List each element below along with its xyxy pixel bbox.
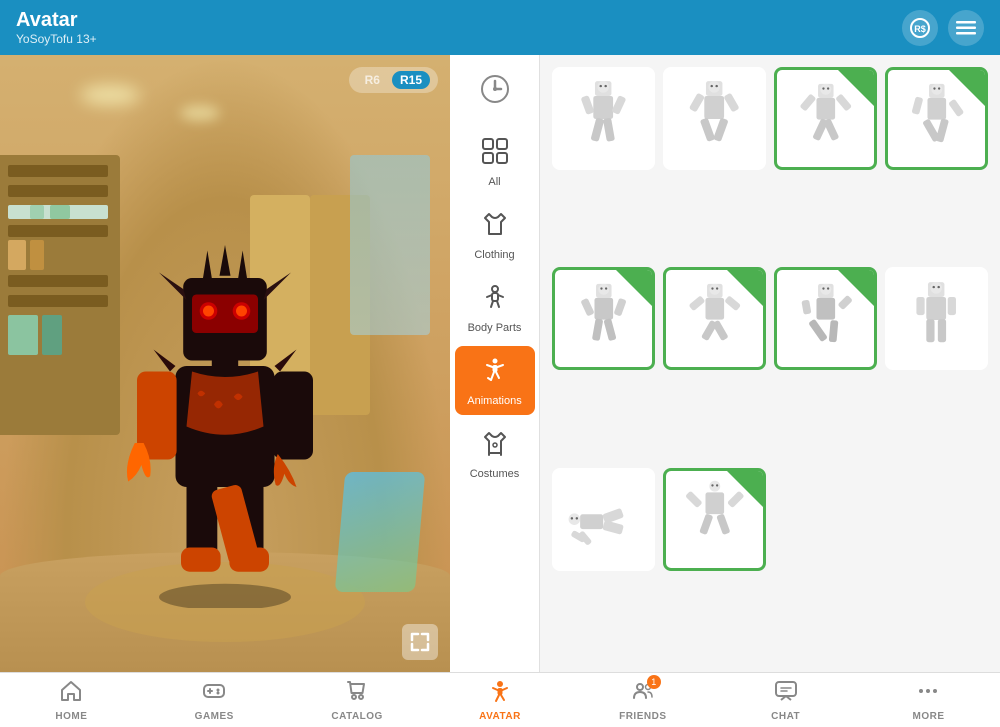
chat-icon (774, 679, 798, 709)
friends-label: FRIENDS (619, 711, 666, 722)
app-header: Avatar YoSoyTofu 13+ R$ (0, 0, 1000, 55)
sidebar-costumes-label: Costumes (470, 468, 520, 480)
animation-item-10[interactable] (663, 468, 766, 571)
animation-item-5[interactable] (552, 267, 655, 370)
bottom-navigation: HOME GAMES CATALOG (0, 672, 1000, 727)
header-actions: R$ (902, 10, 984, 46)
nav-friends[interactable]: 1 FRIENDS (603, 675, 683, 726)
sidebar-animations-label: Animations (467, 395, 521, 407)
catalog-icon (345, 679, 369, 709)
sidebar-item-clothing[interactable]: Clothing (455, 200, 535, 269)
games-icon (202, 679, 226, 709)
sidebar-bodyparts-label: Body Parts (468, 322, 522, 334)
animation-item-8[interactable] (885, 267, 988, 370)
sidebar-item-costumes[interactable]: Costumes (455, 419, 535, 488)
r15-button[interactable]: R15 (392, 71, 430, 89)
nav-home[interactable]: HOME (31, 675, 111, 726)
selected-badge (838, 70, 874, 106)
friends-icon: 1 (631, 679, 655, 709)
animation-item-7[interactable] (774, 267, 877, 370)
selected-badge (949, 70, 985, 106)
home-label: HOME (55, 711, 87, 722)
sidebar-item-animations[interactable]: Animations (455, 346, 535, 415)
catalog-label: CATALOG (331, 711, 382, 722)
app-title: Avatar (16, 9, 97, 32)
chat-label: CHAT (771, 711, 800, 722)
nav-avatar[interactable]: AVATAR (460, 675, 540, 726)
friends-badge: 1 (647, 675, 661, 689)
selected-badge (727, 270, 763, 306)
sidebar-clothing-label: Clothing (474, 249, 514, 261)
nav-chat[interactable]: CHAT (746, 675, 826, 726)
avatar-nav-icon (488, 679, 512, 709)
nav-games[interactable]: GAMES (174, 675, 254, 726)
nav-more[interactable]: MORE (888, 675, 968, 726)
all-icon (481, 137, 509, 172)
animation-item-6[interactable] (663, 267, 766, 370)
body-parts-icon (481, 283, 509, 318)
sidebar-all-label: All (488, 176, 500, 188)
clock-icon (479, 73, 511, 111)
more-label: MORE (912, 711, 944, 722)
animations-icon (481, 356, 509, 391)
menu-button[interactable] (948, 10, 984, 46)
home-icon (59, 679, 83, 709)
animation-item-1[interactable] (552, 67, 655, 170)
selected-badge (616, 270, 652, 306)
sidebar-item-recent[interactable] (455, 63, 535, 123)
games-label: GAMES (195, 711, 234, 722)
animation-item-2[interactable] (663, 67, 766, 170)
header-left: Avatar YoSoyTofu 13+ (16, 9, 97, 46)
rating-toggle: R6 R15 (349, 67, 438, 93)
clothing-icon (481, 210, 509, 245)
costumes-icon (481, 429, 509, 464)
avatar-viewport: R6 R15 (0, 55, 450, 672)
animation-item-9[interactable] (552, 468, 655, 571)
avatar-character (115, 212, 335, 592)
sidebar: All Clothing Body Parts (450, 55, 540, 672)
nav-catalog[interactable]: CATALOG (317, 675, 397, 726)
animation-grid (540, 55, 1000, 672)
r6-button[interactable]: R6 (357, 71, 388, 89)
selected-badge (727, 471, 763, 507)
svg-text:R$: R$ (914, 24, 926, 34)
sidebar-item-body-parts[interactable]: Body Parts (455, 273, 535, 342)
username-subtitle: YoSoyTofu 13+ (16, 32, 97, 46)
animation-item-3[interactable] (774, 67, 877, 170)
selected-badge (838, 270, 874, 306)
main-content: R6 R15 (0, 55, 1000, 672)
expand-button[interactable] (402, 624, 438, 660)
animation-item-4[interactable] (885, 67, 988, 170)
avatar-label: AVATAR (479, 711, 521, 722)
robux-button[interactable]: R$ (902, 10, 938, 46)
sidebar-item-all[interactable]: All (455, 127, 535, 196)
more-icon (916, 679, 940, 709)
